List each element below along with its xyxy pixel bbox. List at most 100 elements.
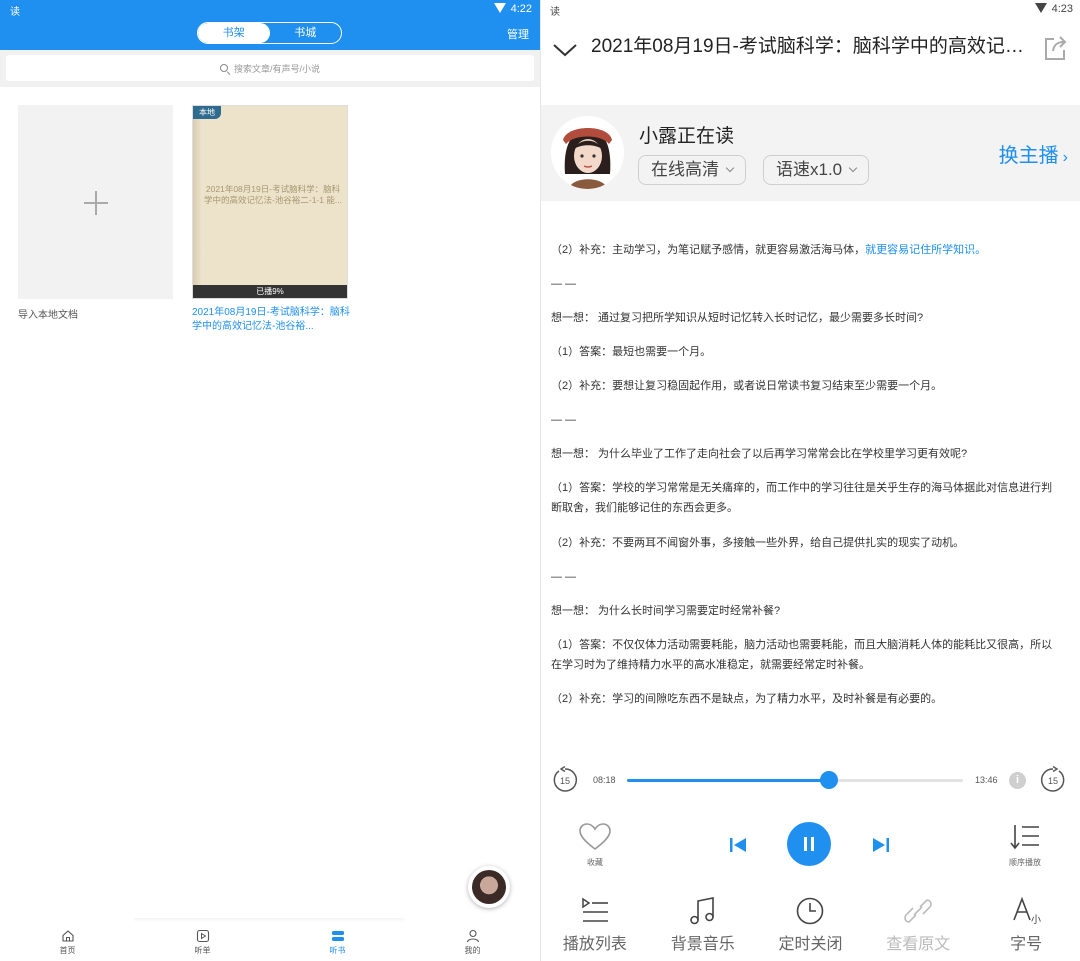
app-bar: 书架 书城 管理: [0, 18, 540, 50]
total-time: 13:46: [975, 775, 998, 785]
rewind-15-icon[interactable]: 15: [551, 766, 579, 794]
search-placeholder: 搜索文章/有声号/小说: [233, 63, 320, 74]
progress-bar-row: 15 08:18 13:46 i 15: [541, 760, 1080, 802]
status-bar: 读 4:22: [0, 0, 540, 18]
svg-text:小: 小: [1031, 914, 1041, 926]
local-badge: 本地: [193, 106, 221, 119]
play-list-icon: [196, 929, 209, 943]
avatar: [472, 870, 506, 904]
status-time: 4:22: [510, 3, 532, 15]
playlist-icon: [582, 897, 608, 922]
chevron-right-icon: ›: [1062, 149, 1068, 166]
status-app-label: 读: [10, 7, 20, 18]
pause-button[interactable]: [787, 822, 831, 866]
favorite-button[interactable]: 收藏: [577, 823, 613, 868]
import-label: 导入本地文档: [18, 310, 78, 321]
narrator-panel: 小露正在读 在线高清 语速x1.0 换主播 ›: [541, 105, 1080, 201]
cover-title: 2021年08月19日-考试脑科学：脑科学中的高效记忆法-池谷裕二-1-1 能.…: [204, 184, 342, 205]
separator: — —: [551, 571, 577, 583]
clock-icon: [797, 897, 824, 925]
book-title-link[interactable]: 2021年08月19日-考试脑科学：脑科学中的高效记忆法-池谷裕...: [192, 306, 350, 334]
tab-bookstore[interactable]: 书城: [270, 23, 342, 43]
tab-mine[interactable]: 我的: [405, 923, 551, 961]
status-bar: 读 4:23: [541, 0, 1080, 18]
tab-listen-book[interactable]: 听书: [270, 923, 405, 961]
sleep-timer-button[interactable]: 定时关闭: [757, 893, 865, 955]
import-local-doc-button[interactable]: [18, 105, 173, 299]
answer: （1）答案：学校的学习常常是无关痛痒的，而工作中的学习往往是关乎生存的海马体据此…: [551, 482, 1053, 514]
question: 想一想： 为什么长时间学习需要定时经常补餐?: [551, 605, 781, 617]
quality-value: 在线高清: [651, 160, 719, 179]
shelf-store-segment: 书架 书城: [197, 22, 342, 44]
forward-seconds: 15: [1048, 776, 1058, 786]
tab-home[interactable]: 首页: [0, 923, 135, 961]
view-original-label: 查看原文: [886, 936, 951, 953]
speed-select[interactable]: 语速x1.0: [763, 155, 870, 185]
wifi-icon: [494, 3, 506, 13]
quality-select[interactable]: 在线高清: [638, 155, 746, 185]
tab-bookshelf[interactable]: 书架: [198, 23, 270, 43]
player-bottom-bar: 播放列表 背景音乐 定时关闭 查看原文 小 字号: [541, 893, 1080, 955]
background-music-label: 背景音乐: [670, 936, 735, 953]
heart-icon: [579, 823, 611, 851]
share-icon[interactable]: [1042, 34, 1068, 62]
book-spine: [193, 106, 203, 298]
music-note-icon: [689, 897, 714, 925]
bookshelf-screen: 读 4:22 书架 书城 管理 搜索文章/有声号/小说 导入本地文档 本地 20…: [0, 0, 551, 961]
forward-15-icon[interactable]: 15: [1039, 766, 1067, 794]
avatar[interactable]: [551, 116, 624, 189]
supplement: （2）补充：要想让复习稳固起作用，或者说日常读书复习结束至少需要一个月。: [551, 380, 943, 392]
next-track-icon[interactable]: [870, 834, 892, 856]
tab-playlist[interactable]: 听单: [135, 923, 270, 961]
wifi-icon: [1035, 3, 1047, 13]
font-size-button[interactable]: 小 字号: [972, 893, 1080, 955]
separator: — —: [551, 414, 577, 426]
answer: （1）答案：不仅仅体力活动需要耗能，脑力活动也需要耗能，而且大脑消耗人体的能耗比…: [551, 639, 1053, 671]
floating-player-avatar[interactable]: [468, 866, 510, 908]
user-icon: [466, 929, 479, 943]
speed-value: 语速x1.0: [776, 160, 843, 179]
highlighted-sentence[interactable]: 就更容易记住所学知识。: [865, 244, 986, 256]
tab-label: 听书: [329, 946, 346, 955]
tab-label: 听单: [194, 946, 211, 955]
book-listen-icon: [331, 931, 344, 941]
chevron-down-icon: [725, 163, 735, 173]
info-icon[interactable]: i: [1009, 772, 1026, 789]
tab-label: 首页: [59, 946, 76, 955]
playback-controls: 收藏 顺序播放: [541, 818, 1080, 874]
play-order-button[interactable]: 顺序播放: [1007, 823, 1043, 868]
bottom-tab-bar: 首页 听单 听书 我的: [0, 923, 551, 961]
paragraph: （2）补充：主动学习，为笔记赋予感情，就更容易激活海马体，就更容易记住所学知识。: [551, 244, 987, 256]
previous-track-icon[interactable]: [727, 834, 749, 856]
question: 想一想： 为什么毕业了工作了走向社会了以后再学习常常会比在学校里学习更有效呢?: [551, 448, 968, 460]
search-input[interactable]: 搜索文章/有声号/小说: [6, 55, 534, 81]
view-original-button[interactable]: 查看原文: [864, 893, 972, 955]
seek-handle[interactable]: [819, 771, 838, 789]
supplement: （2）补充：学习的间隙吃东西不是缺点，为了精力水平，及时补餐是有必要的。: [551, 693, 943, 705]
separator: — —: [551, 278, 577, 290]
status-app-label: 读: [550, 7, 560, 18]
switch-narrator-button[interactable]: 换主播 ›: [999, 139, 1068, 168]
page-title: 2021年08月19日-考试脑科学：脑科学中的高效记忆法-池谷裕二-1-1: [591, 36, 1031, 57]
font-size-icon: 小: [1013, 896, 1041, 926]
narrator-portrait: [551, 116, 624, 189]
background-music-button[interactable]: 背景音乐: [649, 893, 757, 955]
answer: （1）答案：最短也需要一个月。: [551, 346, 712, 358]
play-order-label: 顺序播放: [1009, 858, 1041, 867]
manage-button[interactable]: 管理: [507, 26, 529, 42]
question: 想一想： 通过复习把所学知识从短时记忆转入长时记忆，最少需要多长时间?: [551, 312, 924, 324]
book-cover[interactable]: 本地 2021年08月19日-考试脑科学：脑科学中的高效记忆法-池谷裕二-1-1…: [192, 105, 348, 299]
chevron-down-icon[interactable]: [553, 38, 577, 62]
font-size-label: 字号: [1010, 936, 1043, 953]
switch-narrator-label: 换主播: [998, 145, 1059, 167]
chevron-down-icon: [848, 163, 858, 173]
pause-icon: [804, 837, 807, 851]
sleep-timer-label: 定时关闭: [778, 936, 843, 953]
home-icon: [61, 930, 74, 942]
rewind-seconds: 15: [560, 776, 570, 786]
seek-track[interactable]: [627, 779, 963, 782]
playlist-label: 播放列表: [562, 936, 627, 953]
supplement: （2）补充：不要两耳不闻窗外事，多接触一些外界，给自己提供扎实的现实了动机。: [551, 537, 965, 549]
playlist-button[interactable]: 播放列表: [541, 893, 649, 955]
link-icon: [904, 899, 933, 923]
